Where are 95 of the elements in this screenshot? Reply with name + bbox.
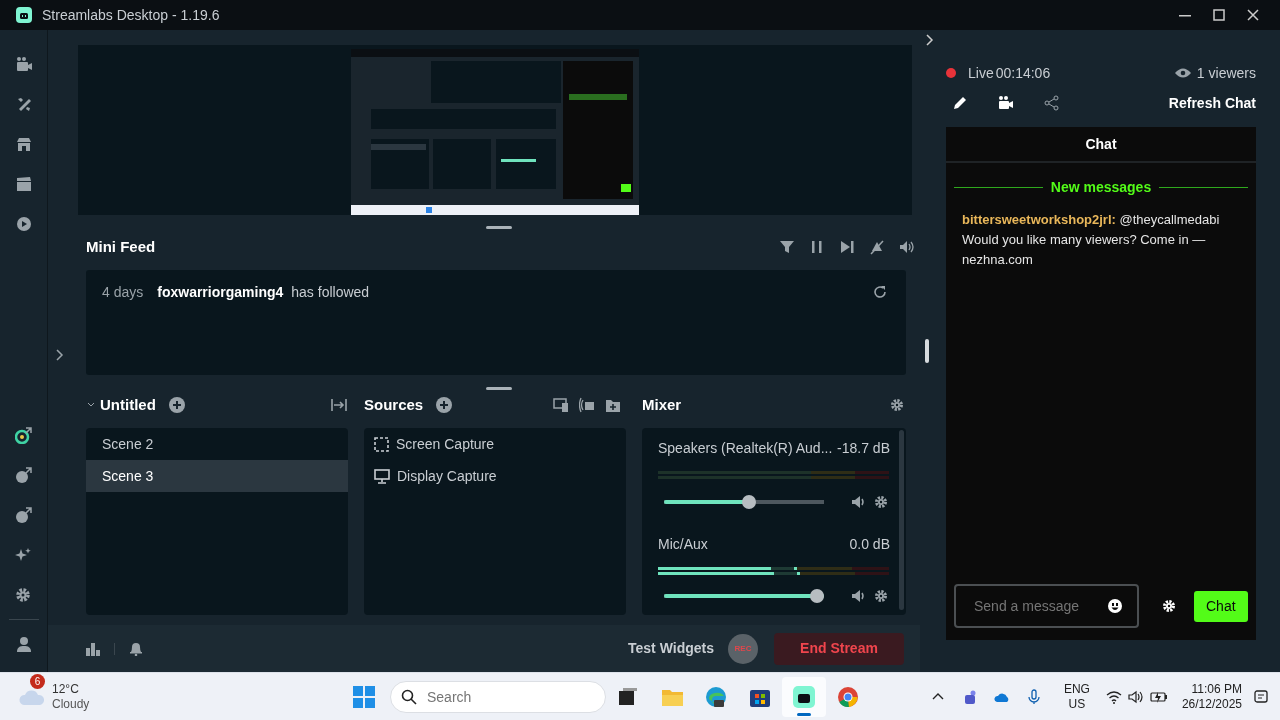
devices-icon (553, 397, 569, 413)
pause-icon (809, 239, 825, 255)
windows-icon (353, 685, 375, 708)
store-icon (15, 136, 32, 152)
add-button[interactable] (167, 396, 186, 414)
monitor-icon (374, 468, 390, 484)
scrollbar[interactable] (899, 430, 904, 610)
refresh-chat-button[interactable]: Refresh Chat (1168, 92, 1256, 114)
skip-icon (839, 239, 855, 255)
scene-item[interactable]: Scene 2 (86, 428, 348, 460)
expand-icon (56, 348, 64, 361)
browser-icon (705, 685, 727, 708)
section-title: Mixer (642, 394, 682, 415)
event-time: 4 days (102, 283, 144, 302)
add-folder-icon (605, 397, 621, 413)
close-icon (1247, 9, 1259, 21)
scene-item[interactable]: Scene 3 (86, 460, 348, 492)
weather-condition: Cloudy (52, 696, 90, 712)
source-item[interactable]: Display Capture (364, 460, 626, 492)
add-icon (168, 397, 185, 413)
app-launch-icon (15, 506, 32, 524)
pencil-icon (952, 95, 968, 111)
eye-icon (1174, 68, 1191, 78)
section-title: Sources (364, 394, 424, 415)
chevron-down-icon (87, 402, 95, 408)
app-launch-icon (15, 426, 32, 444)
selection-icon (374, 436, 389, 452)
stream-time: 00:14:06 (995, 63, 1051, 83)
speaker-icon (1127, 689, 1144, 704)
speaker-icon (851, 589, 866, 603)
speaker-icon (851, 495, 866, 509)
broadcast-icon (579, 397, 595, 413)
chat-message: bittersweetworkshop2jrl: @theycallmedabi Would you like many viewers? Come in — nezhna.com (962, 211, 1221, 269)
add-icon (436, 397, 453, 413)
camera-button[interactable] (997, 94, 1015, 112)
chevron-right-icon (926, 34, 934, 46)
event-action: has followed (291, 283, 370, 302)
microphone-icon (1025, 688, 1042, 705)
event-user: foxwarriorgaming4 (157, 283, 284, 302)
task-view-icon (617, 685, 639, 708)
section-title: Mini Feed (86, 236, 156, 257)
test-widgets-button[interactable]: Test Widgets (628, 638, 714, 659)
channel-name: Speakers (Realtek(R) Aud... (658, 439, 833, 458)
channel-reading: 0.0 dB (849, 535, 890, 554)
mute-alerts-icon (869, 239, 885, 255)
refresh-icon (873, 285, 887, 299)
stats-icon (85, 641, 101, 656)
wifi-icon (1105, 689, 1122, 704)
mute-button[interactable] (849, 587, 867, 605)
camera-icon (998, 95, 1014, 111)
chat-title: Chat (1085, 134, 1117, 154)
user-icon (15, 636, 32, 652)
play-circle-icon (15, 216, 32, 232)
search-icon (401, 688, 417, 705)
add-button[interactable] (435, 396, 454, 414)
notification-badge: 6 (30, 673, 45, 689)
resize-handle[interactable] (486, 226, 512, 229)
live-status: Live (968, 63, 994, 83)
source-item[interactable]: Screen Capture (364, 428, 626, 460)
input-language-button[interactable]: ENG US (1055, 681, 1098, 712)
message-field[interactable]: Send a message (954, 584, 1139, 628)
mute-button[interactable] (849, 493, 867, 511)
emoji-icon (1108, 599, 1122, 613)
live-dot-icon (946, 68, 956, 78)
edit-button[interactable] (951, 94, 969, 112)
chrome-icon (837, 685, 859, 708)
share-icon (1044, 95, 1060, 111)
transition-button[interactable] (330, 396, 348, 414)
app-logo-icon (16, 7, 32, 23)
weather-temperature: 12°C (52, 681, 80, 697)
channel-name: Mic/Aux (658, 535, 708, 554)
viewer-count: 1 viewers (1196, 63, 1256, 83)
clock-button[interactable]: 11:06 PM 26/12/2025 (1175, 681, 1248, 712)
channel-reading: -18.7 dB (837, 439, 890, 458)
battery-icon (1149, 689, 1168, 704)
camera-icon (15, 56, 32, 72)
window-title: Streamlabs Desktop - 1.19.6 (42, 5, 220, 25)
app-launch-icon (15, 466, 32, 484)
filter-icon (779, 239, 795, 255)
volume-icon (899, 239, 915, 255)
transition-icon (331, 398, 347, 412)
clapper-icon (15, 176, 32, 192)
send-chat-button[interactable]: Chat (1193, 590, 1248, 622)
maximize-icon (1213, 9, 1225, 21)
notification-icon (1253, 688, 1269, 705)
end-stream-button[interactable]: End Stream (774, 632, 904, 665)
resize-handle[interactable] (486, 387, 512, 390)
resize-handle[interactable] (925, 339, 929, 363)
search-field[interactable]: Search (390, 680, 606, 713)
taskbar-app-button[interactable] (782, 676, 826, 717)
scene-collection-title: Untitled (100, 394, 156, 415)
app-logo-icon (793, 685, 815, 708)
bell-icon (129, 641, 143, 656)
new-messages-divider: New messages (1050, 178, 1152, 197)
share-button[interactable] (1043, 94, 1061, 112)
